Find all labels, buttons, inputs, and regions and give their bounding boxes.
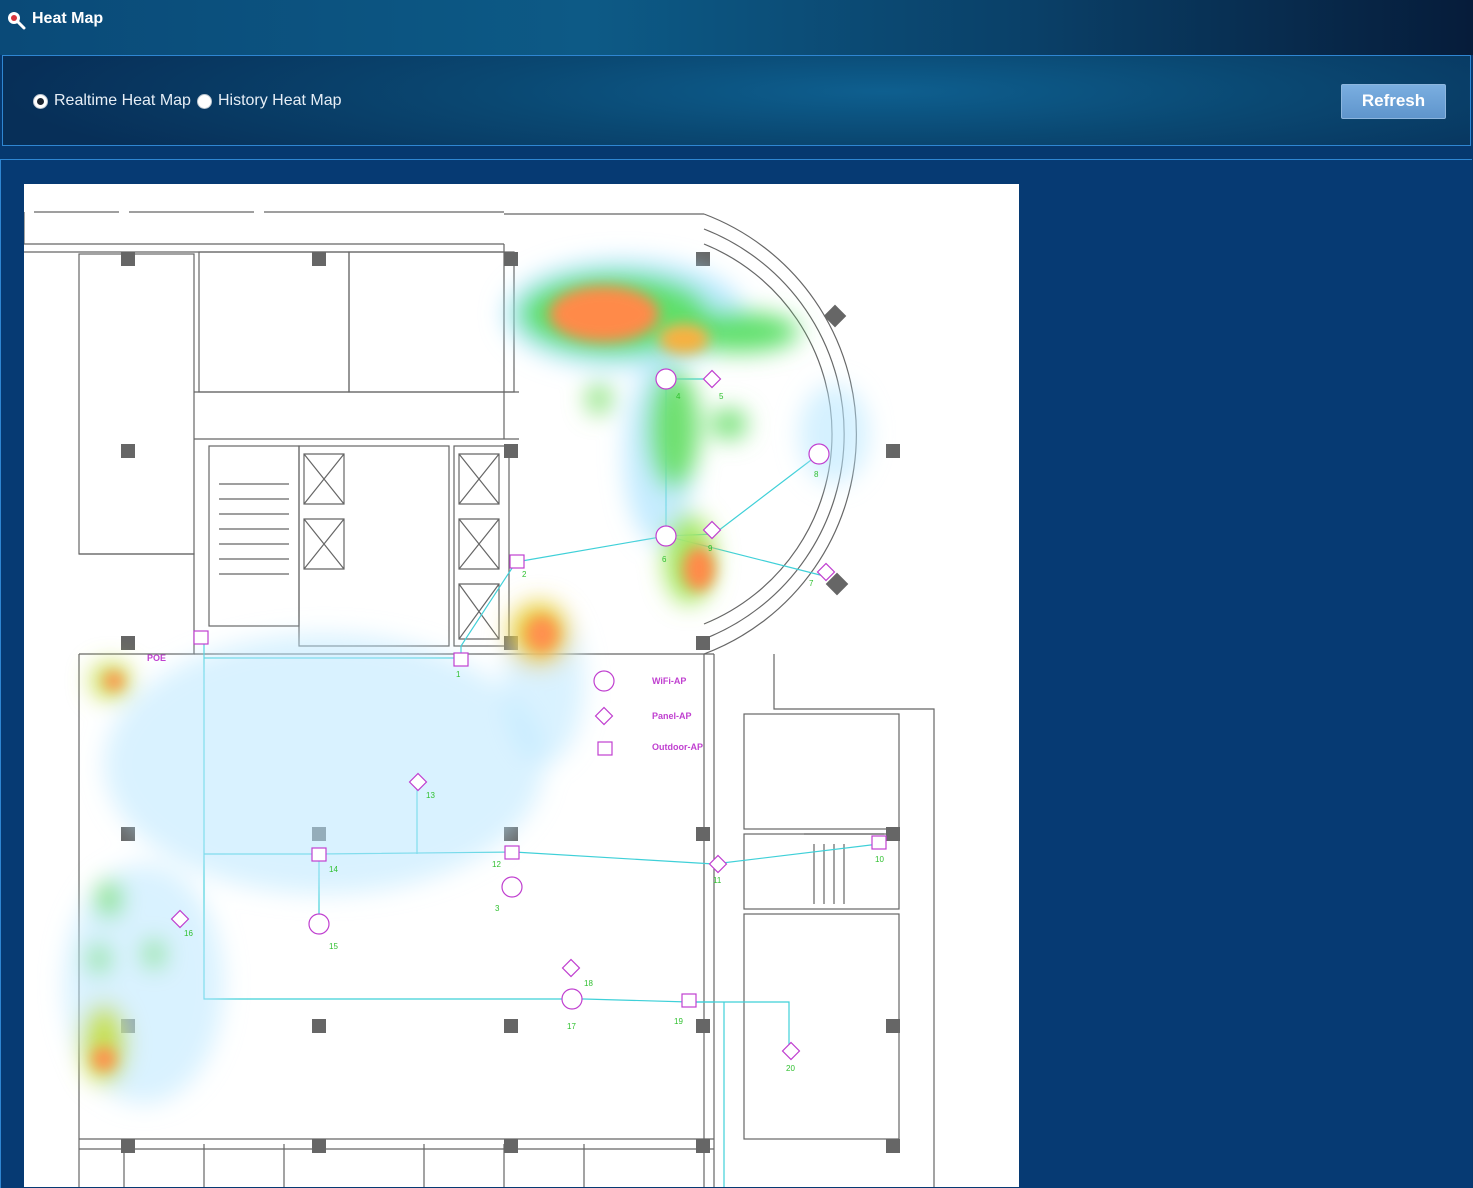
refresh-button[interactable]: Refresh — [1341, 84, 1446, 119]
heatmap-search-icon — [8, 12, 26, 30]
ap-number-2: 2 — [522, 570, 527, 579]
ap-number-18: 18 — [584, 979, 593, 988]
realtime-label[interactable]: Realtime Heat Map — [54, 92, 191, 110]
ap-number-10: 10 — [875, 855, 884, 864]
ap-number-15: 15 — [329, 942, 338, 951]
ap-number-12: 12 — [492, 860, 501, 869]
history-label[interactable]: History Heat Map — [218, 92, 342, 110]
floor-plan-drawing: 1 2 3 4 5 6 7 8 9 10 11 12 13 14 15 16 1… — [24, 211, 935, 1187]
ap-number-16: 16 — [184, 929, 193, 938]
floor-plan-heatmap[interactable]: 1 2 3 4 5 6 7 8 9 10 11 12 13 14 15 16 1… — [24, 184, 1019, 1187]
ap-number-13: 13 — [426, 791, 435, 800]
legend-wifi-ap: WiFi-AP — [652, 676, 686, 686]
ap-number-8: 8 — [814, 470, 819, 479]
page-title: Heat Map — [32, 10, 104, 27]
history-radio[interactable] — [196, 93, 212, 109]
realtime-radio[interactable] — [33, 93, 48, 109]
ap-number-19: 19 — [674, 1017, 683, 1026]
ap-number-9: 9 — [708, 544, 713, 553]
ap-number-4: 4 — [676, 392, 681, 401]
ap-number-5: 5 — [719, 392, 724, 401]
ap-number-3: 3 — [495, 904, 500, 913]
ap-number-20: 20 — [786, 1064, 795, 1073]
toolbar: Realtime Heat Map History Heat Map Refre… — [2, 55, 1471, 146]
ap-number-6: 6 — [662, 555, 667, 564]
ap-number-1: 1 — [456, 670, 461, 679]
ap-number-7: 7 — [809, 579, 814, 588]
heatmap-mode-selector: Realtime Heat Map History Heat Map — [33, 92, 348, 110]
ap-number-17: 17 — [567, 1022, 576, 1031]
heat-density-overlay — [64, 259, 869, 1104]
ap-number-11: 11 — [713, 876, 722, 885]
legend-outdoor-ap: Outdoor-AP — [652, 742, 703, 752]
legend-panel-ap: Panel-AP — [652, 711, 692, 721]
poe-switch-label: POE — [147, 653, 166, 663]
ap-number-14: 14 — [329, 865, 338, 874]
title-bar: Heat Map — [0, 0, 1473, 55]
